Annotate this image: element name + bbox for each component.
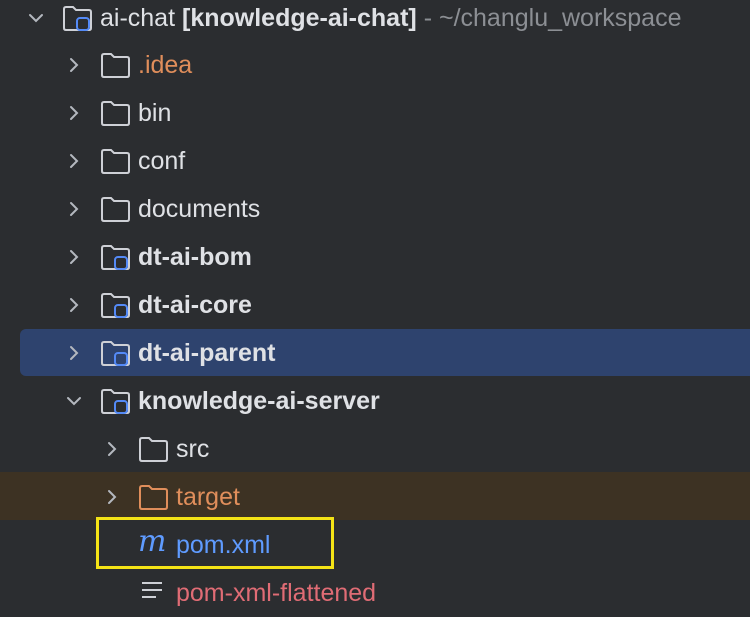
item-label: documents [138, 195, 261, 223]
module-folder-icon [101, 293, 130, 318]
chevron-right-icon[interactable] [62, 245, 86, 269]
chevron-down-icon[interactable] [62, 389, 86, 413]
module-folder-icon [63, 6, 92, 31]
folder-icon [101, 53, 130, 78]
tree-row-idea[interactable]: .idea [0, 41, 750, 89]
chevron-right-icon[interactable] [62, 53, 86, 77]
item-label: dt-ai-core [138, 291, 252, 319]
item-label: knowledge-ai-server [138, 387, 380, 415]
item-label: src [176, 435, 210, 463]
item-label: bin [138, 99, 172, 127]
tree-row-dt-ai-parent[interactable]: dt-ai-parent [0, 329, 750, 377]
root-label: ai-chat [knowledge-ai-chat] - ~/changlu_… [100, 3, 682, 33]
tree-row-documents[interactable]: documents [0, 185, 750, 233]
folder-icon [101, 101, 130, 126]
chevron-right-icon[interactable] [100, 485, 124, 509]
tree-row-bin[interactable]: bin [0, 89, 750, 137]
item-label: conf [138, 147, 186, 175]
chevron-right-icon[interactable] [100, 437, 124, 461]
highlight-box [96, 517, 334, 569]
chevron-right-icon[interactable] [62, 149, 86, 173]
chevron-right-icon[interactable] [62, 341, 86, 365]
item-label: pom-xml-flattened [176, 579, 377, 607]
module-folder-icon [101, 389, 130, 414]
file-text-icon [142, 582, 162, 598]
folder-icon [139, 437, 168, 462]
tree-row-knowledge-ai-server[interactable]: knowledge-ai-server [0, 377, 750, 425]
tree-row-dt-ai-core[interactable]: dt-ai-core [0, 281, 750, 329]
chevron-right-icon[interactable] [62, 101, 86, 125]
root-module-name: [knowledge-ai-chat] [182, 4, 417, 32]
tree-row-dt-ai-bom[interactable]: dt-ai-bom [0, 233, 750, 281]
project-tree: ai-chat [knowledge-ai-chat] - ~/changlu_… [0, 0, 750, 607]
item-label: .idea [138, 51, 193, 79]
tree-row-target[interactable]: target [0, 473, 750, 521]
tree-row-pom-xml-flattened[interactable]: pom-xml-flattened [0, 569, 750, 617]
item-label: dt-ai-bom [138, 243, 252, 271]
folder-icon [101, 149, 130, 174]
excluded-folder-icon [139, 485, 168, 510]
tree-row-root[interactable]: ai-chat [knowledge-ai-chat] - ~/changlu_… [0, 0, 750, 42]
chevron-right-icon[interactable] [62, 293, 86, 317]
tree-row-src[interactable]: src [0, 425, 750, 473]
tree-row-conf[interactable]: conf [0, 137, 750, 185]
chevron-down-icon[interactable] [24, 6, 48, 30]
item-label: dt-ai-parent [138, 339, 276, 367]
module-folder-icon [101, 245, 130, 270]
item-label: target [176, 483, 240, 511]
module-folder-icon [101, 341, 130, 366]
root-path: - ~/changlu_workspace [423, 4, 682, 32]
root-name: ai-chat [100, 4, 176, 32]
folder-icon [101, 197, 130, 222]
chevron-right-icon[interactable] [62, 197, 86, 221]
